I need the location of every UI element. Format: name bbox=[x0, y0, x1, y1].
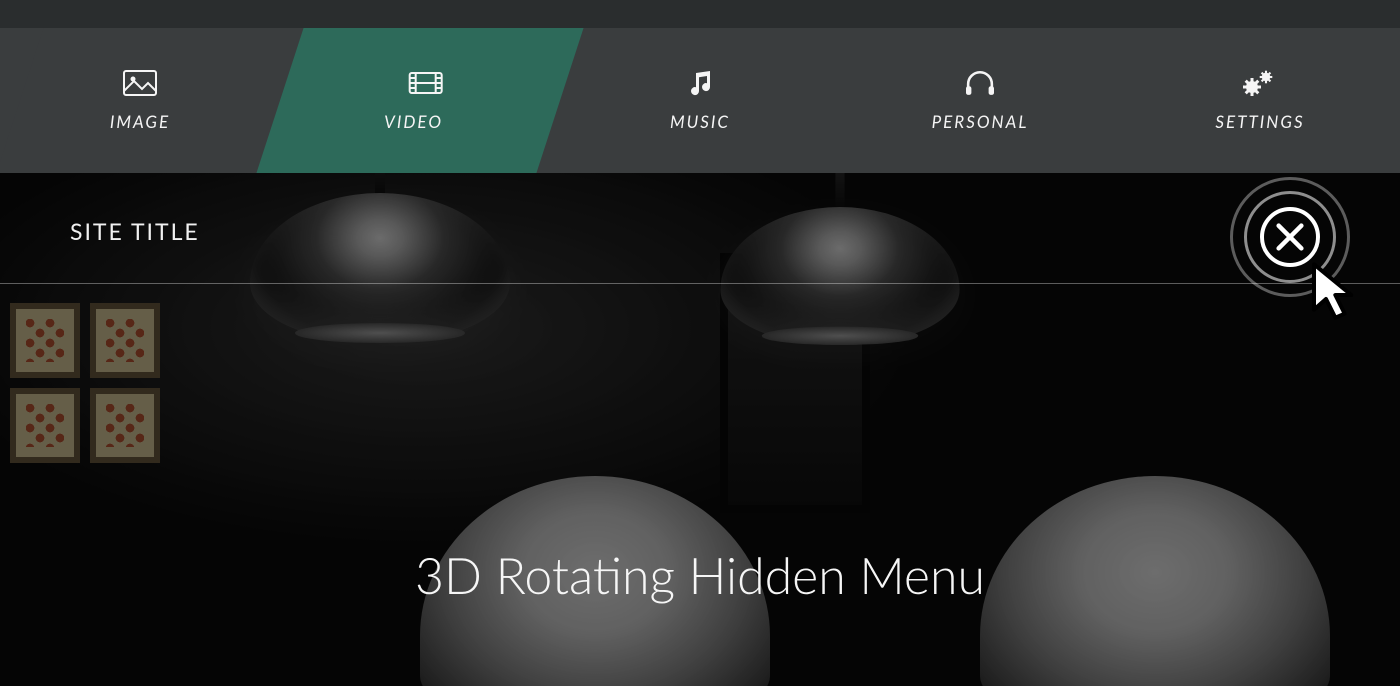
close-icon bbox=[1260, 207, 1320, 267]
hero-title: 3D Rotating Hidden Menu bbox=[415, 545, 985, 605]
menu-label: IMAGE bbox=[110, 111, 170, 132]
gears-icon bbox=[1242, 69, 1278, 97]
site-title: SITE TITLE bbox=[70, 217, 200, 245]
menu-item-settings[interactable]: SETTINGS bbox=[1120, 28, 1400, 173]
menu-label: SETTINGS bbox=[1215, 111, 1304, 132]
menu-item-music[interactable]: MUSIC bbox=[560, 28, 840, 173]
main-menu: IMAGE VIDEO MUSIC bbox=[0, 28, 1400, 173]
menu-label: MUSIC bbox=[670, 111, 730, 132]
menu-item-video[interactable]: VIDEO bbox=[256, 28, 583, 173]
music-icon bbox=[682, 69, 718, 97]
header-row: SITE TITLE bbox=[70, 211, 1340, 251]
divider bbox=[0, 283, 1400, 284]
menu-item-personal[interactable]: PERSONAL bbox=[840, 28, 1120, 173]
top-strip bbox=[0, 0, 1400, 28]
menu-label: PERSONAL bbox=[932, 111, 1029, 132]
close-menu-button[interactable] bbox=[1230, 177, 1350, 297]
headphones-icon bbox=[962, 69, 998, 97]
image-icon bbox=[122, 69, 158, 97]
cursor-icon bbox=[1306, 259, 1370, 323]
menu-item-image[interactable]: IMAGE bbox=[0, 28, 280, 173]
video-icon bbox=[408, 69, 444, 97]
page-content: SITE TITLE 3D Rotating Hidden Menu bbox=[0, 173, 1400, 686]
menu-label: VIDEO bbox=[384, 111, 443, 132]
